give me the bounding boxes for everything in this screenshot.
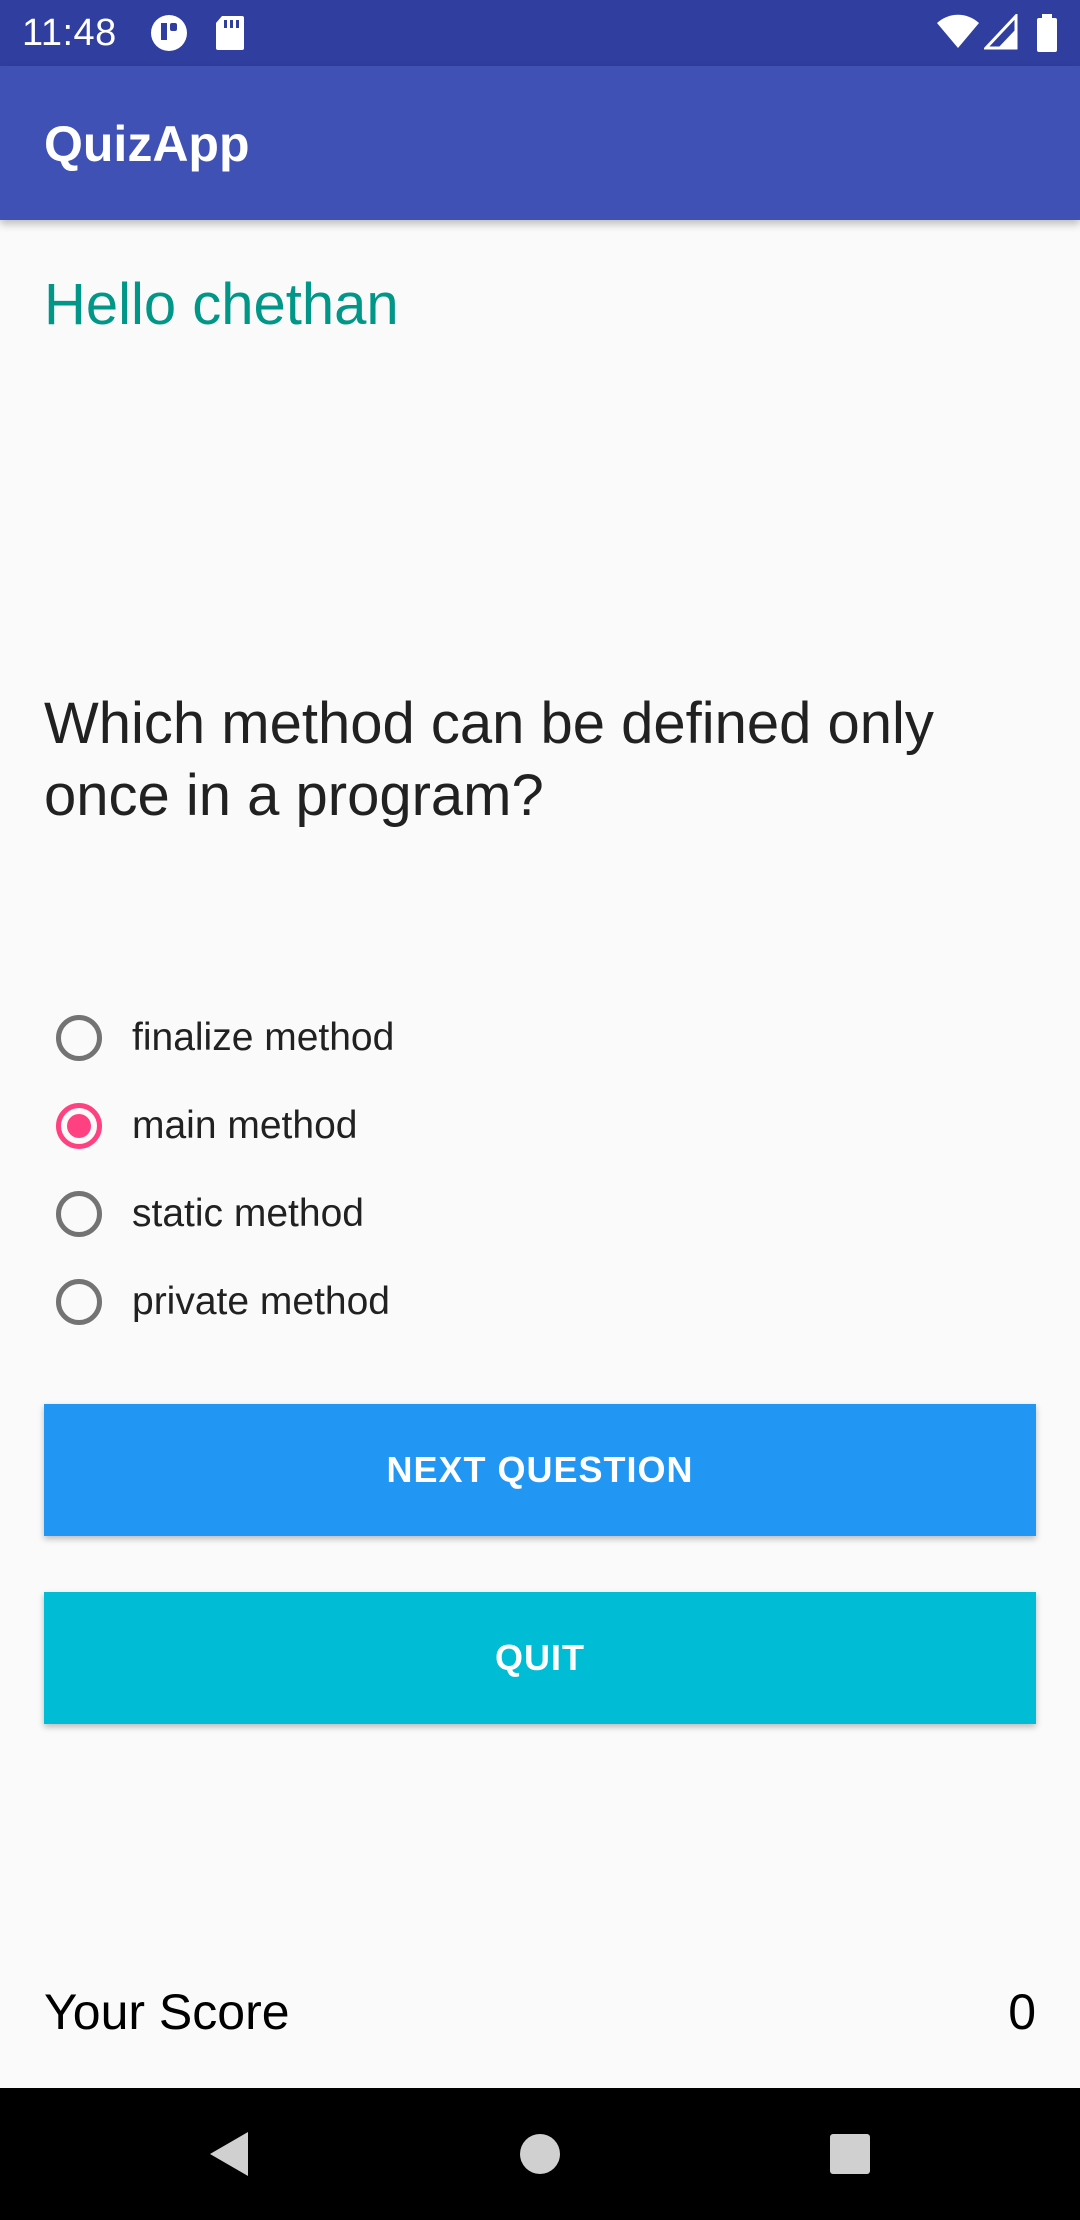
option-label: main method bbox=[132, 1104, 358, 1147]
option-label: private method bbox=[132, 1280, 390, 1323]
option-finalize-method[interactable]: finalize method bbox=[56, 994, 1036, 1082]
app-title: QuizApp bbox=[44, 116, 250, 172]
radio-button[interactable] bbox=[56, 1015, 102, 1061]
status-bar: 11:48 bbox=[0, 0, 1080, 66]
radio-button[interactable] bbox=[56, 1279, 102, 1325]
option-private-method[interactable]: private method bbox=[56, 1258, 1036, 1346]
recents-icon[interactable] bbox=[818, 2122, 882, 2186]
next-question-button[interactable]: NEXT QUESTION bbox=[44, 1404, 1036, 1536]
cell-signal-icon bbox=[982, 12, 1018, 55]
quit-button[interactable]: QUIT bbox=[44, 1592, 1036, 1724]
radio-button-selected[interactable] bbox=[56, 1103, 102, 1149]
navigation-bar bbox=[0, 2088, 1080, 2220]
wifi-icon bbox=[936, 14, 980, 55]
score-label: Your Score bbox=[44, 1984, 290, 2040]
answer-radio-group: finalize method main method static metho… bbox=[56, 994, 1036, 1346]
battery-icon bbox=[1036, 14, 1058, 57]
sd-card-icon bbox=[214, 14, 246, 57]
radio-button[interactable] bbox=[56, 1191, 102, 1237]
score-value: 0 bbox=[1008, 1984, 1036, 2040]
option-label: static method bbox=[132, 1192, 364, 1235]
option-static-method[interactable]: static method bbox=[56, 1170, 1036, 1258]
notification-badge-icon bbox=[150, 14, 188, 57]
home-icon[interactable] bbox=[508, 2122, 572, 2186]
option-main-method[interactable]: main method bbox=[56, 1082, 1036, 1170]
greeting-text: Hello chethan bbox=[44, 272, 399, 337]
status-time: 11:48 bbox=[22, 12, 117, 54]
back-icon[interactable] bbox=[196, 2122, 260, 2186]
question-text: Which method can be defined only once in… bbox=[44, 691, 934, 828]
app-bar: QuizApp bbox=[0, 66, 1080, 220]
option-label: finalize method bbox=[132, 1016, 395, 1059]
